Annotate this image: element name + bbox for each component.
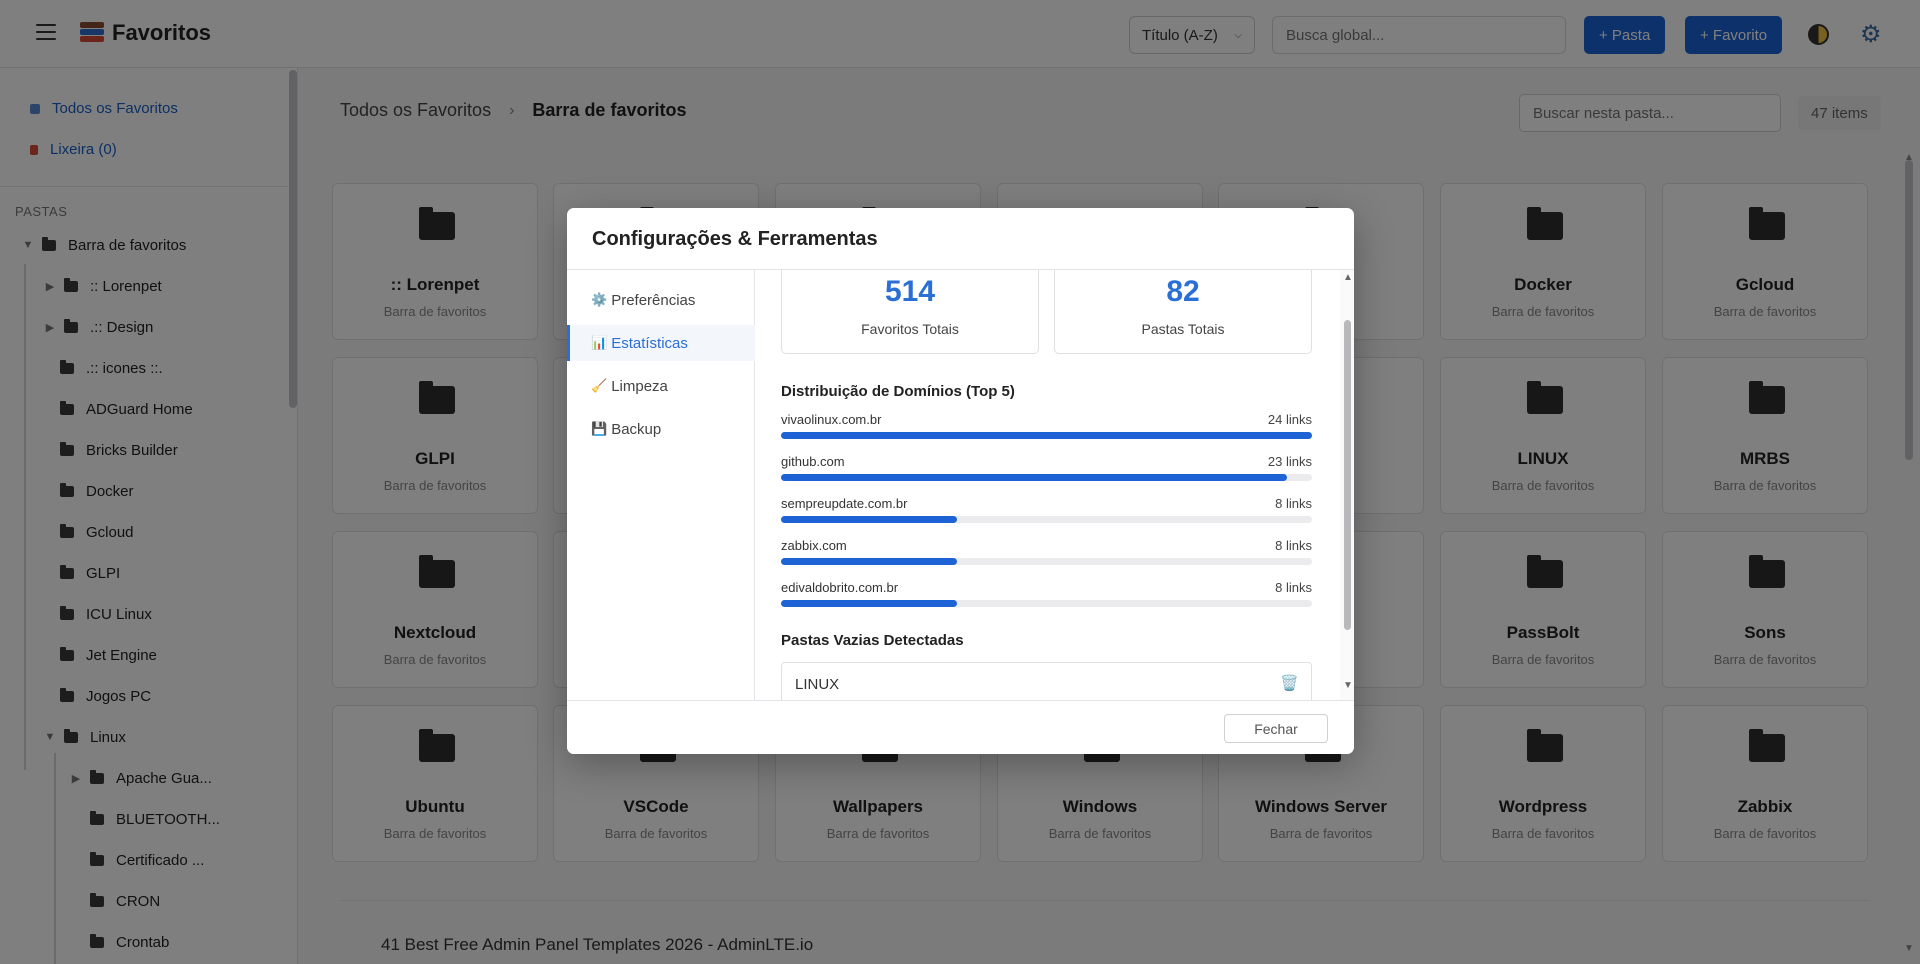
- nav-item-label: Backup: [611, 420, 662, 438]
- modal-title: Configurações & Ferramentas: [592, 228, 878, 250]
- scroll-up-arrow[interactable]: ▲: [1343, 272, 1353, 283]
- stat-label: Pastas Totais: [1141, 321, 1225, 337]
- domain-count: 8 links: [1275, 496, 1312, 511]
- nav-item-label: Estatísticas: [611, 334, 688, 352]
- statistics-panel: 514 Favoritos Totais 82 Pastas Totais Di…: [755, 270, 1340, 700]
- domain-bar-track: [781, 558, 1312, 565]
- domains-section-title: Distribuição de Domínios (Top 5): [781, 383, 1015, 400]
- stat-label: Favoritos Totais: [861, 321, 959, 337]
- stat-value: 514: [884, 275, 936, 308]
- modal-header: Configurações & Ferramentas: [567, 208, 1354, 270]
- nav-item-icon: ⚙️: [591, 292, 608, 307]
- stat-card-folders: 82 Pastas Totais: [1054, 270, 1312, 354]
- domain-bar-fill: [781, 516, 957, 523]
- empty-folder-label: LINUX: [795, 676, 840, 693]
- stat-value: 82: [1166, 275, 1200, 308]
- settings-modal: Configurações & Ferramentas ⚙️ Preferênci…: [567, 208, 1354, 754]
- domain-count: 24 links: [1267, 412, 1312, 427]
- scroll-down-arrow[interactable]: ▼: [1343, 680, 1353, 691]
- domain-label: vivaolinux.com.br: [781, 412, 882, 427]
- domain-bar-fill: [781, 600, 957, 607]
- domain-bar-track: [781, 432, 1312, 439]
- trash-icon[interactable]: 🗑️: [1280, 674, 1299, 692]
- domain-count: 8 links: [1275, 580, 1312, 595]
- domain-label: github.com: [781, 454, 845, 469]
- domain-label: edivaldobrito.com.br: [781, 580, 899, 595]
- domain-bar-track: [781, 474, 1312, 481]
- nav-item-icon: 📊: [591, 335, 608, 350]
- modal-footer: Fechar: [567, 700, 1354, 754]
- domain-count: 23 links: [1267, 454, 1312, 469]
- domain-bar-fill: [781, 432, 1312, 439]
- nav-item-icon: 🧹: [591, 378, 608, 393]
- domain-label: sempreupdate.com.br: [781, 496, 908, 511]
- modal-nav-item[interactable]: ⚙️ Preferências: [567, 282, 755, 318]
- modal-nav: ⚙️ Preferências 📊 Estatísticas 🧹 Limpeza 💾 Back…: [567, 270, 755, 700]
- stat-card-favorites: 514 Favoritos Totais: [781, 270, 1039, 354]
- domain-bar-track: [781, 600, 1312, 607]
- empty-folders-section-title: Pastas Vazias Detectadas: [781, 632, 964, 649]
- domain-bar-fill: [781, 558, 957, 565]
- nav-item-label: Limpeza: [611, 377, 668, 395]
- domain-count: 8 links: [1275, 538, 1312, 553]
- modal-nav-item[interactable]: 🧹 Limpeza: [567, 368, 755, 404]
- domain-bar-track: [781, 516, 1312, 523]
- domain-bar-fill: [781, 474, 1287, 481]
- modal-nav-item[interactable]: 📊 Estatísticas: [567, 325, 755, 361]
- close-button[interactable]: Fechar: [1224, 714, 1328, 743]
- empty-folder-item: LINUX 🗑️: [781, 662, 1312, 700]
- nav-item-label: Preferências: [611, 291, 696, 309]
- modal-nav-item[interactable]: 💾 Backup: [567, 411, 755, 447]
- modal-scrollbar[interactable]: [1344, 320, 1351, 630]
- nav-item-icon: 💾: [591, 421, 608, 436]
- domain-label: zabbix.com: [781, 538, 847, 553]
